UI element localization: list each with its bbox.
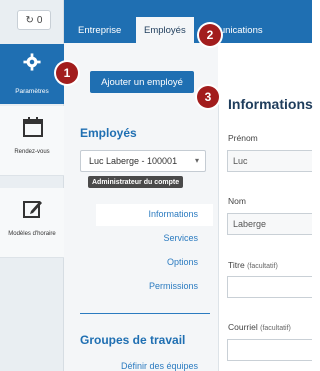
email-label-text: Courriel: [228, 322, 258, 332]
step-badge-1: 1: [56, 62, 78, 84]
sidebar-item-label: Paramètres: [15, 88, 49, 95]
sidebar-item-label: Rendez-vous: [14, 149, 50, 155]
form-title: Informations: [228, 96, 313, 112]
sidebar-item-settings[interactable]: Paramètres: [0, 44, 64, 104]
define-teams-link[interactable]: Définir des équipes: [121, 361, 198, 371]
title-field-label: Titre (facultatif): [228, 260, 278, 270]
top-navigation-bar: Entreprise Employés mmunications: [64, 0, 312, 43]
refresh-counter[interactable]: ↻ 0: [17, 10, 51, 30]
title-field[interactable]: [227, 276, 312, 298]
last-name-field[interactable]: Laberge: [227, 213, 312, 235]
app-sidebar: ↻ 0 Paramètres Rendez-vous Modèles d'hor…: [0, 0, 64, 371]
tab-employes[interactable]: Employés: [136, 17, 194, 43]
refresh-icon: ↻: [25, 14, 34, 26]
first-name-label: Prénom: [228, 133, 258, 143]
work-groups-title: Groupes de travail: [80, 333, 186, 347]
email-field[interactable]: [227, 339, 312, 361]
calendar-icon: [23, 117, 43, 137]
nav-item-informations[interactable]: Informations: [148, 209, 198, 219]
add-employee-button[interactable]: Ajouter un employé: [90, 71, 194, 93]
step-badge-3: 3: [197, 86, 219, 108]
first-name-field[interactable]: Luc: [227, 150, 312, 172]
edit-icon: [23, 201, 42, 218]
last-name-value: Laberge: [233, 219, 267, 229]
nav-item-permissions[interactable]: Permissions: [149, 281, 198, 291]
employee-select-value: Luc Laberge - 100001: [89, 156, 178, 166]
last-name-label: Nom: [228, 196, 246, 206]
first-name-value: Luc: [233, 156, 248, 166]
employees-section-title: Employés: [80, 126, 137, 140]
step-badge-2: 2: [199, 24, 221, 46]
optional-hint: (facultatif): [260, 325, 291, 332]
counter-value: 0: [36, 14, 43, 26]
email-field-label: Courriel (facultatif): [228, 322, 291, 332]
sidebar-item-schedule-templates[interactable]: Modèles d'horaire: [0, 188, 64, 258]
chevron-down-icon: ▾: [194, 156, 199, 165]
employee-select[interactable]: Luc Laberge - 100001 ▾: [80, 150, 206, 172]
nav-item-services[interactable]: Services: [163, 233, 198, 243]
optional-hint: (facultatif): [247, 263, 278, 270]
sidebar-item-appointments[interactable]: Rendez-vous: [0, 106, 64, 176]
title-label-text: Titre: [228, 260, 245, 270]
role-badge: Administrateur du compte: [88, 176, 184, 188]
sidebar-item-label: Modèles d'horaire: [8, 231, 56, 237]
gear-icon: [23, 53, 41, 71]
tab-entreprise[interactable]: Entreprise: [70, 17, 129, 43]
section-divider: [80, 313, 210, 314]
nav-item-options[interactable]: Options: [167, 257, 198, 267]
